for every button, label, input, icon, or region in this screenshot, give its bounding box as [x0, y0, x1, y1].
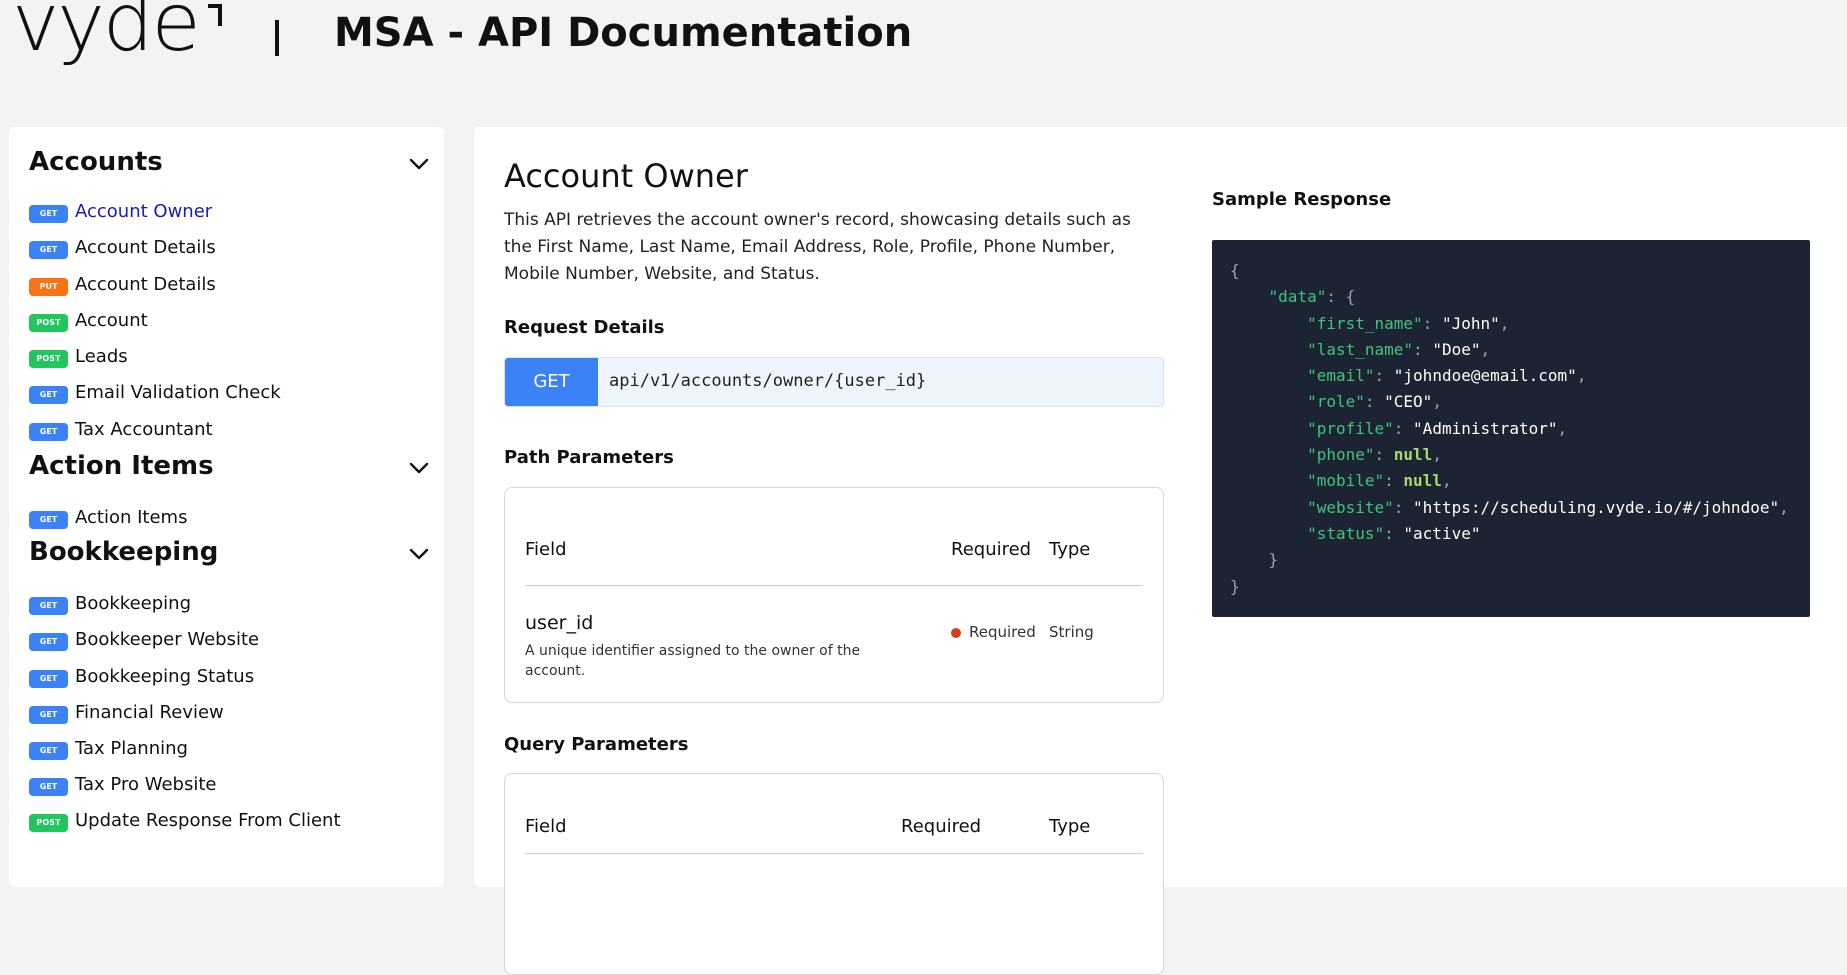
sidebar-item-tax-pro-website[interactable]: GET Tax Pro Website — [29, 772, 429, 802]
sidebar-item-label: Bookkeeper Website — [75, 629, 260, 650]
main-panel: Account Owner This API retrieves the acc… — [474, 127, 1847, 975]
param-description: A unique identifier assigned to the owne… — [525, 643, 861, 679]
sidebar-item-label: Tax Accountant — [75, 419, 213, 440]
sidebar-item-account-owner[interactable]: GET Account Owner — [29, 199, 429, 229]
section-title: Accounts — [29, 147, 163, 177]
sidebar-item-label: Bookkeeping Status — [75, 666, 255, 687]
column-header-required: Required — [951, 539, 1032, 560]
sidebar-item-label: Account Details — [75, 237, 216, 258]
sidebar-item-label: Financial Review — [75, 702, 224, 723]
sidebar-item-financial-review[interactable]: GET Financial Review — [29, 700, 429, 730]
chevron-down-icon[interactable] — [408, 457, 430, 479]
sidebar-item-label: Tax Planning — [75, 738, 188, 759]
param-name: user_id — [525, 612, 594, 634]
request-endpoint-bar: GET api/v1/accounts/owner/{user_id} — [504, 357, 1164, 407]
sidebar-item-action-items[interactable]: GET Action Items — [29, 505, 429, 535]
sidebar-item-label: Account — [75, 310, 148, 331]
column-header-required: Required — [901, 816, 982, 837]
method-badge: GET — [29, 597, 68, 615]
column-header-type: Type — [1049, 539, 1091, 560]
section-title: Bookkeeping — [29, 537, 219, 567]
page-header: vyde MSA - API Documentation — [0, 0, 1847, 110]
method-badge: POST — [29, 814, 68, 832]
column-header-field: Field — [525, 816, 567, 837]
page-title: MSA - API Documentation — [334, 10, 913, 56]
sample-response-code: { "data": { "first_name": "John", "last_… — [1212, 240, 1810, 617]
method-badge: GET — [29, 778, 68, 796]
chevron-down-icon[interactable] — [408, 153, 430, 175]
sidebar-item-label: Account Owner — [75, 201, 213, 222]
path-parameters-table: Field Required Type user_id A unique ide… — [504, 487, 1164, 703]
sidebar-item-bookkeeping[interactable]: GET Bookkeeping — [29, 591, 429, 621]
method-badge: POST — [29, 314, 68, 332]
method-badge: GET — [29, 386, 68, 404]
query-parameters-table: Field Required Type — [504, 773, 1164, 975]
table-divider — [525, 585, 1143, 586]
table-divider — [525, 853, 1143, 854]
param-required: Required — [969, 623, 1036, 641]
api-description: This API retrieves the account owner's r… — [504, 210, 1131, 284]
sidebar-item-email-validation-check[interactable]: GET Email Validation Check — [29, 380, 429, 410]
sidebar-item-tax-planning[interactable]: GET Tax Planning — [29, 736, 429, 766]
sidebar-item-bookkeeper-website[interactable]: GET Bookkeeper Website — [29, 627, 429, 657]
method-badge: POST — [29, 350, 68, 368]
column-header-field: Field — [525, 539, 567, 560]
sidebar-item-label: Action Items — [75, 507, 188, 528]
section-action-items[interactable]: Action Items — [29, 451, 434, 491]
sidebar-item-label: Email Validation Check — [75, 382, 281, 403]
path-parameters-heading: Path Parameters — [504, 447, 674, 468]
sidebar-item-account-details-get[interactable]: GET Account Details — [29, 235, 429, 265]
sidebar: Accounts GET Account Owner GET Account D… — [9, 127, 444, 887]
sidebar-item-account-details-put[interactable]: PUT Account Details — [29, 272, 429, 302]
param-type: String — [1049, 623, 1094, 641]
section-bookkeeping[interactable]: Bookkeeping — [29, 537, 434, 577]
code-content: { "data": { "first_name": "John", "last_… — [1230, 261, 1789, 596]
sidebar-item-bookkeeping-status[interactable]: GET Bookkeeping Status — [29, 664, 429, 694]
sidebar-item-label: Update Response From Client — [75, 810, 341, 831]
section-accounts[interactable]: Accounts — [29, 147, 434, 187]
sample-response-heading: Sample Response — [1212, 189, 1392, 210]
method-badge: GET — [29, 670, 68, 688]
sidebar-item-label: Leads — [75, 346, 128, 367]
vyde-logo: vyde — [12, 0, 201, 69]
method-badge: GET — [29, 742, 68, 760]
method-badge: GET — [29, 511, 68, 529]
logo-corner-mark — [208, 4, 222, 26]
dot-icon — [951, 628, 961, 638]
sidebar-item-account-post[interactable]: POST Account — [29, 308, 429, 338]
header-divider — [275, 20, 279, 56]
api-title: Account Owner — [504, 157, 748, 195]
sidebar-item-label: Tax Pro Website — [75, 774, 217, 795]
request-details-heading: Request Details — [504, 317, 665, 338]
method-badge: GET — [29, 205, 68, 223]
endpoint-path: api/v1/accounts/owner/{user_id} — [609, 371, 927, 391]
method-badge: GET — [29, 706, 68, 724]
sidebar-item-update-response-from-client[interactable]: POST Update Response From Client — [29, 808, 429, 838]
method-badge: GET — [29, 241, 68, 259]
sidebar-item-tax-accountant[interactable]: GET Tax Accountant — [29, 417, 429, 447]
query-parameters-heading: Query Parameters — [504, 734, 689, 755]
method-badge: GET — [29, 633, 68, 651]
chevron-down-icon[interactable] — [408, 543, 430, 565]
sidebar-item-label: Bookkeeping — [75, 593, 191, 614]
section-title: Action Items — [29, 451, 214, 481]
method-badge: PUT — [29, 278, 68, 296]
method-badge: GET — [29, 423, 68, 441]
column-header-type: Type — [1049, 816, 1091, 837]
http-method-pill[interactable]: GET — [505, 358, 598, 406]
sidebar-item-leads[interactable]: POST Leads — [29, 344, 429, 374]
sidebar-item-label: Account Details — [75, 274, 216, 295]
